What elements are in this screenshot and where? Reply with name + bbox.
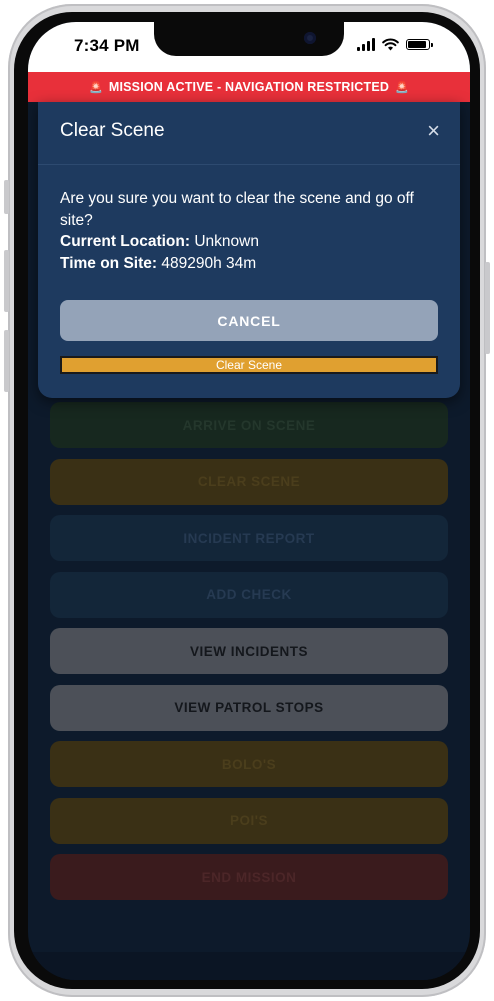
volume-up-button [4, 250, 9, 312]
siren-icon: 🚨 [395, 81, 410, 94]
modal-header: Clear Scene × [38, 102, 460, 165]
wifi-icon [382, 38, 399, 51]
clear-scene-modal: Clear Scene × Are you sure you want to c… [38, 102, 460, 398]
camera-icon [304, 32, 316, 44]
current-location-value: Unknown [194, 233, 259, 250]
time-on-site-row: Time on Site: 489290h 34m [60, 253, 440, 275]
power-button [485, 262, 490, 354]
notch [154, 22, 344, 56]
status-time: 7:34 PM [74, 36, 140, 55]
cellular-signal-icon [357, 38, 375, 51]
time-on-site-value: 489290h 34m [161, 254, 257, 272]
action-button-list: ARRIVE ON SCENE CLEAR SCENE INCIDENT REP… [50, 402, 448, 911]
clear-scene-button[interactable]: CLEAR SCENE [50, 458, 448, 505]
close-icon[interactable]: × [427, 120, 440, 142]
view-patrol-stops-button[interactable]: VIEW PATROL STOPS [50, 684, 448, 731]
battery-icon [406, 39, 433, 50]
volume-down-button [4, 330, 9, 392]
current-location-row: Current Location: Unknown [60, 231, 440, 253]
status-icons [357, 38, 433, 51]
cancel-button[interactable]: CANCEL [60, 300, 438, 341]
end-mission-button[interactable]: END MISSION [50, 854, 448, 900]
bolos-button[interactable]: BOLO'S [50, 741, 448, 787]
modal-title: Clear Scene [60, 120, 165, 141]
time-on-site-label: Time on Site: [60, 254, 158, 272]
view-incidents-button[interactable]: VIEW INCIDENTS [50, 628, 448, 674]
silent-switch [4, 180, 9, 214]
pois-button[interactable]: POI'S [50, 797, 448, 844]
add-check-button[interactable]: ADD CHECK [50, 571, 448, 618]
arrive-on-scene-button[interactable]: ARRIVE ON SCENE [50, 402, 448, 448]
confirm-clear-scene-button[interactable]: Clear Scene [60, 356, 438, 374]
confirm-message: Are you sure you want to clear the scene… [60, 190, 414, 229]
screen: 7:34 PM 🚨 MISSION ACTIVE - NAVIGATION RE… [28, 22, 470, 980]
current-location-label: Current Location: [60, 233, 191, 250]
siren-icon: 🚨 [88, 81, 103, 94]
mission-banner: 🚨 MISSION ACTIVE - NAVIGATION RESTRICTED… [28, 72, 470, 102]
bottom-area [28, 952, 470, 980]
modal-body: Are you sure you want to clear the scene… [60, 188, 440, 274]
banner-text: MISSION ACTIVE - NAVIGATION RESTRICTED [108, 80, 390, 94]
incident-report-button[interactable]: INCIDENT REPORT [50, 515, 448, 561]
